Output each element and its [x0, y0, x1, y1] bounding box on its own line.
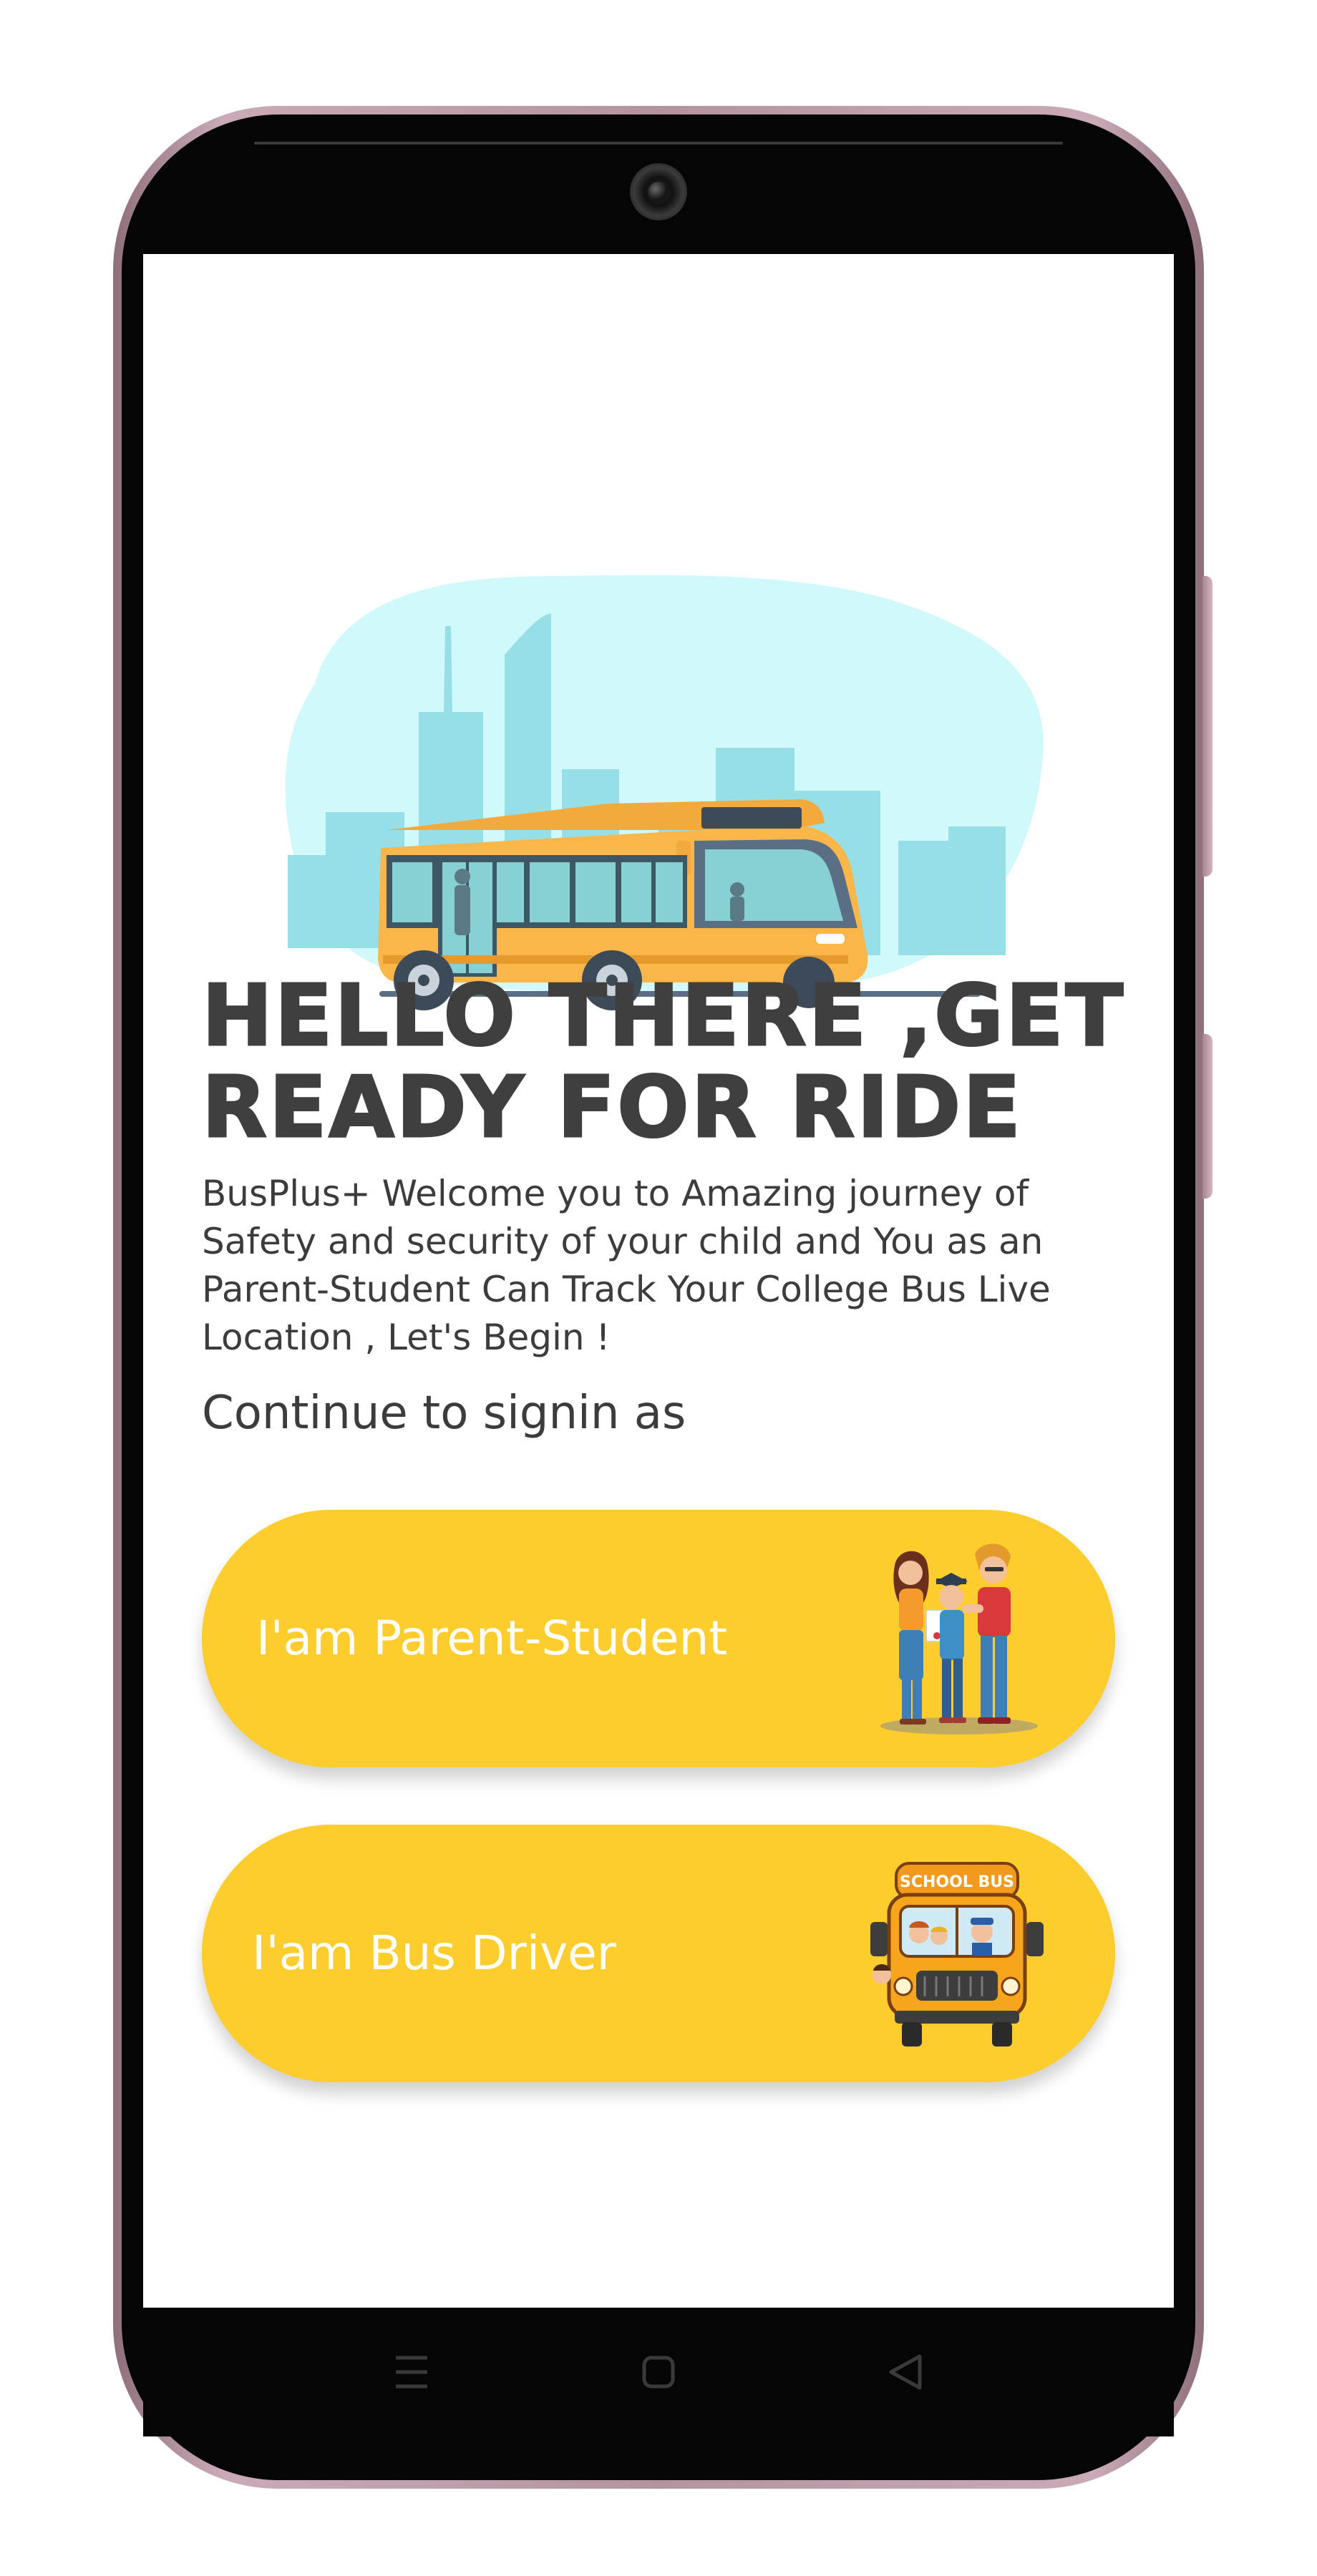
home-square-icon	[642, 2356, 675, 2389]
earpiece-line	[254, 142, 1063, 145]
welcome-description: BusPlus+ Welcome you to Amazing journey …	[202, 1173, 1051, 1358]
school-bus-icon: SCHOOL BUS	[870, 1862, 1044, 2046]
volume-up-button	[1202, 576, 1212, 877]
menu-icon	[396, 2356, 427, 2389]
parent-student-label: I'am Parent-Student	[256, 1611, 728, 1666]
device-screenshot: HELLO THERE ,GET READY FOR RIDE BusPlus+…	[0, 0, 1317, 2576]
front-camera	[630, 163, 687, 220]
power-button	[1202, 1034, 1212, 1199]
signin-prompt: Continue to signin as	[202, 1387, 686, 1440]
system-navigation-bar	[143, 2308, 1174, 2436]
back-triangle-icon	[889, 2354, 922, 2390]
app-screen: HELLO THERE ,GET READY FOR RIDE BusPlus+…	[143, 254, 1174, 2308]
page-title: HELLO THERE ,GET READY FOR RIDE	[201, 966, 1126, 1156]
family-illustration-icon	[880, 1543, 1038, 1735]
home-button[interactable]	[623, 2336, 694, 2408]
bus-driver-label: I'am Bus Driver	[252, 1926, 616, 1981]
back-button[interactable]	[870, 2336, 941, 2408]
bus-driver-signin-button[interactable]: I'am Bus Driver SCHOOL BUS	[202, 1825, 1115, 2082]
school-bus-sign-text: SCHOOL BUS	[900, 1873, 1014, 1891]
parent-student-signin-button[interactable]: I'am Parent-Student	[202, 1510, 1115, 1767]
recent-apps-button[interactable]	[376, 2336, 447, 2408]
